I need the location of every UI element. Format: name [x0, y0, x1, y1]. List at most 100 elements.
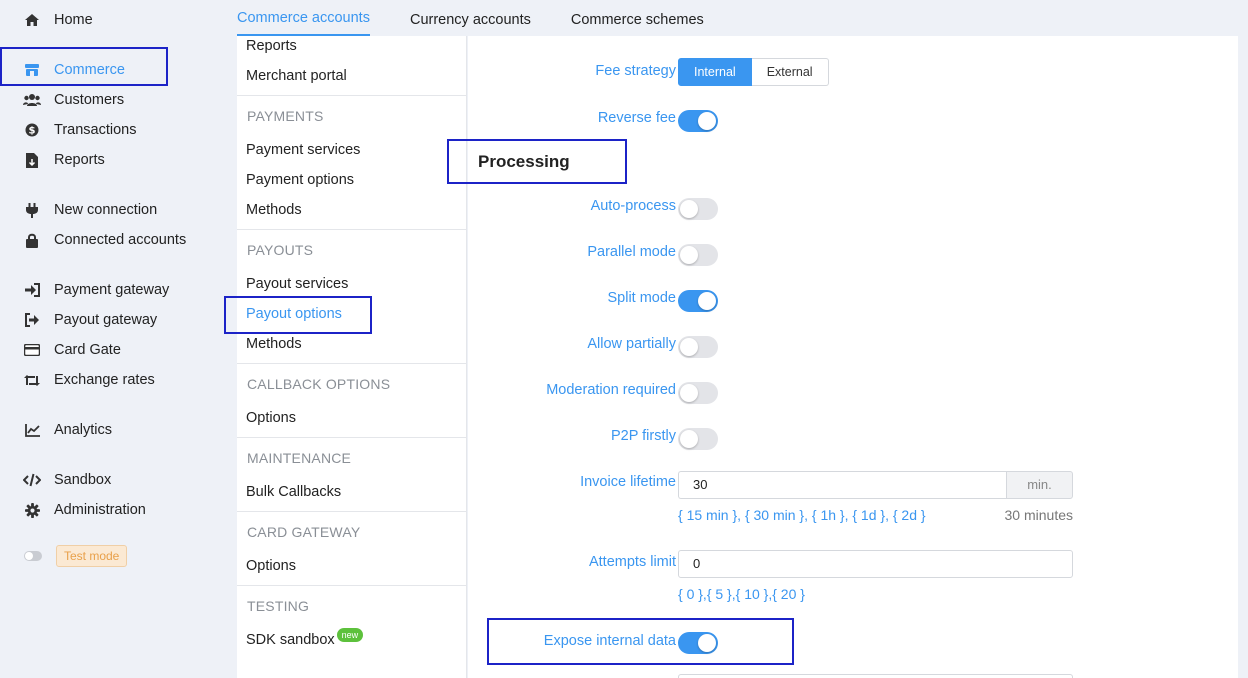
- submenu-item-reports[interactable]: Reports: [246, 38, 297, 54]
- auto-process-label: Auto-process: [590, 198, 676, 214]
- sidebar: Home Commerce Customers $ Transactions R…: [0, 0, 228, 678]
- invoice-lifetime-label: Invoice lifetime: [580, 474, 676, 490]
- fee-strategy-internal-option[interactable]: Internal: [678, 58, 752, 86]
- preset-15-min[interactable]: { 15 min }: [678, 507, 737, 523]
- submenu-item-card-gateway-options[interactable]: Options: [246, 558, 296, 574]
- section-title-processing: Processing: [478, 152, 570, 171]
- invoice-lifetime-input[interactable]: 30: [678, 471, 1007, 499]
- users-icon: [22, 90, 42, 110]
- submenu-item-payout-methods[interactable]: Methods: [246, 336, 302, 352]
- sidebar-item-payout-gateway[interactable]: Payout gateway: [22, 308, 157, 332]
- sidebar-item-label: Transactions: [54, 122, 137, 138]
- divider: [237, 95, 467, 96]
- sidebar-item-commerce[interactable]: Commerce: [22, 58, 125, 82]
- preset-5[interactable]: { 5 }: [707, 586, 732, 602]
- new-badge: new: [336, 628, 364, 642]
- reverse-fee-label: Reverse fee: [597, 110, 676, 126]
- gear-icon: [22, 500, 42, 520]
- store-icon: [22, 60, 42, 80]
- fee-strategy-segmented: Internal External: [678, 58, 829, 86]
- sidebar-item-label: Administration: [54, 502, 146, 518]
- sidebar-item-home[interactable]: Home: [22, 8, 93, 32]
- sign-in-icon: [22, 280, 42, 300]
- sidebar-item-card-gate[interactable]: Card Gate: [22, 338, 121, 362]
- auto-process-toggle[interactable]: [678, 198, 718, 220]
- submenu-item-merchant-portal[interactable]: Merchant portal: [246, 68, 347, 84]
- settings-panel: [468, 36, 1238, 678]
- attempts-limit-label: Attempts limit: [588, 554, 676, 570]
- sidebar-item-analytics[interactable]: Analytics: [22, 418, 112, 442]
- sidebar-item-payment-gateway[interactable]: Payment gateway: [22, 278, 169, 302]
- submenu-item-payout-services[interactable]: Payout services: [246, 276, 348, 292]
- divider: [237, 363, 467, 364]
- expose-internal-data-label: Expose internal data: [543, 633, 676, 649]
- section-heading-maintenance: MAINTENANCE: [247, 450, 352, 466]
- split-mode-label: Split mode: [607, 290, 676, 306]
- preset-1d[interactable]: { 1d }: [852, 507, 885, 523]
- test-mode-badge: Test mode: [56, 545, 128, 567]
- sidebar-item-new-connection[interactable]: New connection: [22, 198, 157, 222]
- file-icon: [22, 150, 42, 170]
- submenu-item-payout-options[interactable]: Payout options: [246, 306, 342, 322]
- attempts-limit-input[interactable]: 0: [678, 550, 1073, 578]
- test-mode-toggle[interactable]: [24, 551, 42, 561]
- moderation-required-toggle[interactable]: [678, 382, 718, 404]
- preset-0[interactable]: { 0 }: [678, 586, 703, 602]
- invoice-lifetime-presets: { 15 min }, { 30 min }, { 1h }, { 1d }, …: [678, 507, 926, 523]
- preset-10[interactable]: { 10 }: [736, 586, 769, 602]
- submenu: Reports Merchant portal PAYMENTS Payment…: [237, 36, 467, 678]
- sidebar-item-label: Payout gateway: [54, 312, 158, 328]
- sidebar-item-label: Exchange rates: [54, 372, 155, 388]
- preset-2d[interactable]: { 2d }: [893, 507, 926, 523]
- divider: [237, 585, 467, 586]
- home-icon: [22, 10, 42, 30]
- sidebar-item-label: Card Gate: [54, 342, 121, 358]
- sidebar-item-label: Commerce: [54, 62, 125, 78]
- sidebar-item-administration[interactable]: Administration: [22, 498, 146, 522]
- submenu-item-bulk-callbacks[interactable]: Bulk Callbacks: [246, 484, 341, 500]
- sidebar-item-reports[interactable]: Reports: [22, 148, 105, 172]
- attempts-limit-presets: { 0 },{ 5 },{ 10 },{ 20 }: [678, 586, 805, 602]
- split-mode-toggle[interactable]: [678, 290, 718, 312]
- p2p-firstly-label: P2P firstly: [610, 428, 676, 444]
- fee-strategy-external-option[interactable]: External: [751, 58, 829, 86]
- plug-icon: [22, 200, 42, 220]
- tab-commerce-schemes[interactable]: Commerce schemes: [571, 12, 704, 36]
- lock-icon: [22, 230, 42, 250]
- invoice-lifetime-hint: 30 minutes: [1004, 507, 1073, 523]
- tab-currency-accounts[interactable]: Currency accounts: [410, 12, 531, 36]
- preset-30-min[interactable]: { 30 min }: [745, 507, 804, 523]
- submenu-item-payment-options[interactable]: Payment options: [246, 172, 354, 188]
- card-icon: [22, 340, 42, 360]
- sidebar-item-exchange-rates[interactable]: Exchange rates: [22, 368, 155, 392]
- sdk-sandbox-label: SDK sandbox: [246, 632, 335, 648]
- section-heading-payments: PAYMENTS: [247, 108, 324, 124]
- sidebar-item-connected-accounts[interactable]: Connected accounts: [22, 228, 186, 252]
- submenu-item-sdk-sandbox[interactable]: SDK sandbox new: [246, 628, 364, 648]
- fee-strategy-label: Fee strategy: [595, 63, 676, 79]
- dollar-icon: $: [22, 120, 42, 140]
- submenu-item-payment-methods[interactable]: Methods: [246, 202, 302, 218]
- sidebar-item-sandbox[interactable]: Sandbox: [22, 468, 111, 492]
- allow-partially-toggle[interactable]: [678, 336, 718, 358]
- sidebar-item-label: Sandbox: [54, 472, 112, 488]
- section-heading-callback-options: CALLBACK OPTIONS: [247, 376, 391, 392]
- submenu-item-payment-services[interactable]: Payment services: [246, 142, 360, 158]
- preset-1h[interactable]: { 1h }: [812, 507, 845, 523]
- preset-20[interactable]: { 20 }: [772, 586, 805, 602]
- sidebar-item-label: Connected accounts: [54, 232, 187, 248]
- divider: [237, 437, 467, 438]
- submenu-item-callback-options[interactable]: Options: [246, 410, 296, 426]
- sidebar-item-label: Reports: [54, 152, 105, 168]
- next-field-input[interactable]: [678, 674, 1073, 678]
- parallel-mode-toggle[interactable]: [678, 244, 718, 266]
- parallel-mode-label: Parallel mode: [587, 244, 676, 260]
- tab-commerce-accounts[interactable]: Commerce accounts: [237, 10, 370, 36]
- sidebar-item-customers[interactable]: Customers: [22, 88, 124, 112]
- sidebar-item-transactions[interactable]: $ Transactions: [22, 118, 136, 142]
- p2p-firstly-toggle[interactable]: [678, 428, 718, 450]
- moderation-required-label: Moderation required: [546, 382, 676, 398]
- section-heading-payouts: PAYOUTS: [247, 242, 314, 258]
- reverse-fee-toggle[interactable]: [678, 110, 718, 132]
- expose-internal-data-toggle[interactable]: [678, 632, 718, 654]
